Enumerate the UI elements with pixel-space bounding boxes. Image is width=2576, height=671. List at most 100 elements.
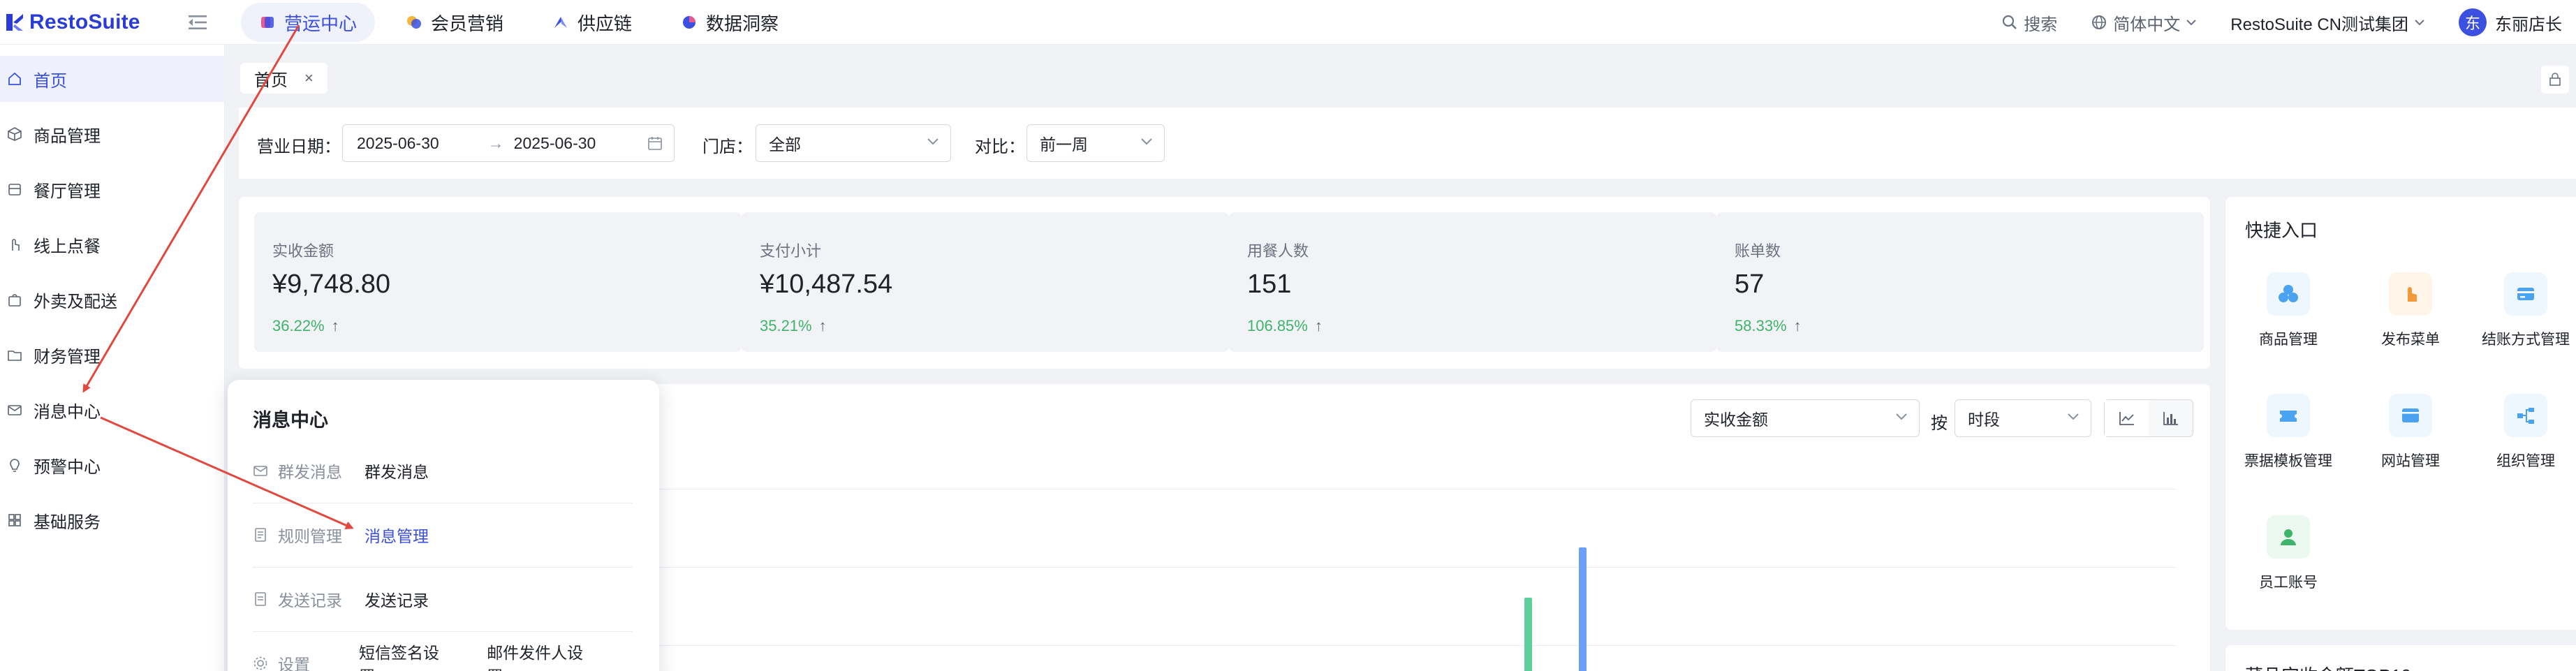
- sidebar-item-online-order[interactable]: 线上点餐: [0, 221, 225, 267]
- arrow-up-icon: ↑: [1314, 317, 1323, 334]
- top-nav: 营运中心 会员营销 供应链 数据洞察: [241, 3, 809, 42]
- popup-row-rules: 规则管理 消息管理: [253, 521, 630, 549]
- quick-entry-payment-method[interactable]: 结账方式管理: [2463, 272, 2576, 349]
- top10-dish-panel: 菜品实收金额TOP10: [2225, 645, 2576, 671]
- grid-line: [434, 567, 2177, 568]
- chart-view-toggle: [2104, 399, 2193, 437]
- tab-strip: 首页 ×: [225, 45, 2576, 108]
- chevron-down-icon: [2415, 20, 2424, 26]
- logo-text: RestoSuite: [29, 10, 140, 34]
- sidebar-item-finance[interactable]: 财务管理: [0, 332, 225, 378]
- popup-divider: [253, 567, 633, 568]
- collapse-menu-button[interactable]: [187, 12, 208, 33]
- sidebar-item-alert[interactable]: 预警中心: [0, 442, 225, 488]
- payment-card-icon: [2517, 288, 2534, 300]
- arrow-up-icon: ↑: [331, 317, 339, 334]
- supply-icon: [554, 17, 568, 28]
- restaurant-icon: [8, 184, 21, 196]
- quick-entry-website[interactable]: 网站管理: [2348, 394, 2473, 471]
- date-range-picker[interactable]: 2025-06-30 → 2025-06-30: [342, 124, 675, 162]
- top-right-tools: 搜索 简体中文 RestoSuite CN测试集团 东 东丽店长: [2001, 0, 2576, 45]
- topnav-ops-center[interactable]: 营运中心: [241, 3, 376, 42]
- popup-title: 消息中心: [253, 410, 328, 431]
- logo-mark-icon: [6, 14, 23, 31]
- quick-entry-employee[interactable]: 员工账号: [2225, 515, 2351, 592]
- sidebar-item-delivery[interactable]: 外卖及配送: [0, 276, 225, 323]
- date-end[interactable]: 2025-06-30: [514, 134, 596, 153]
- popup-link-message-management[interactable]: 消息管理: [365, 523, 429, 547]
- search-button[interactable]: 搜索: [2001, 10, 2057, 35]
- employee-icon: [2281, 529, 2296, 545]
- sidebar-item-home[interactable]: 首页: [0, 56, 225, 102]
- language-select[interactable]: 简体中文: [2091, 10, 2197, 35]
- app-root: RestoSuite 营运中心 会员营销 供应链 数据洞察 搜索 简体中文 Re…: [0, 0, 2576, 671]
- date-label: 营业日期：: [257, 138, 341, 156]
- stat-card-diners[interactable]: 用餐人数 151 106.85% ↑: [1229, 212, 1716, 352]
- mail-icon: [253, 466, 267, 476]
- org-select[interactable]: RestoSuite CN测试集团: [2230, 10, 2425, 35]
- sidebar-item-basic-service[interactable]: 基础服务: [0, 497, 225, 543]
- calendar-icon: [648, 137, 662, 150]
- ticket-template-icon: [2280, 411, 2297, 422]
- date-start[interactable]: 2025-06-30: [357, 134, 439, 153]
- online-order-icon: [12, 239, 20, 251]
- product-cluster-icon: [2279, 285, 2298, 302]
- quick-entry-title: 快捷入口: [2245, 220, 2318, 241]
- message-icon: [8, 405, 22, 415]
- message-center-popup: 消息中心 群发消息 群发消息 规则管理 消息管理 发送记录 发送记录 设置 短信…: [228, 380, 659, 671]
- dimension-select[interactable]: 时段: [1955, 399, 2091, 437]
- store-label: 门店：: [702, 138, 753, 156]
- compare-label: 对比：: [975, 138, 1025, 156]
- topnav-data-insight[interactable]: 数据洞察: [663, 3, 797, 42]
- stat-card-bills[interactable]: 账单数 57 58.33% ↑: [1716, 212, 2204, 352]
- sidebar-item-message[interactable]: 消息中心: [0, 387, 225, 433]
- popup-link-send-records[interactable]: 发送记录: [365, 587, 429, 611]
- user-name[interactable]: 东丽店长: [2495, 10, 2562, 35]
- avatar[interactable]: 东: [2459, 8, 2487, 36]
- basic-service-icon: [8, 514, 21, 526]
- popup-row-broadcast: 群发消息 群发消息: [253, 457, 630, 485]
- chevron-down-icon: [1896, 413, 1907, 420]
- product-icon: [8, 127, 22, 141]
- topnav-supply-chain[interactable]: 供应链: [534, 3, 650, 42]
- top-bar: RestoSuite 营运中心 会员营销 供应链 数据洞察 搜索 简体中文 Re…: [0, 0, 2576, 45]
- arrow-up-icon: ↑: [818, 317, 827, 334]
- quick-entry-organization[interactable]: 组织管理: [2463, 394, 2576, 471]
- quick-entry-ticket-template[interactable]: 票据模板管理: [2225, 394, 2351, 471]
- search-icon: [2003, 15, 2017, 29]
- popup-row-records: 发送记录 发送记录: [253, 585, 630, 613]
- store-select[interactable]: 全部: [756, 124, 951, 162]
- chart-bar-series-a[interactable]: [1579, 547, 1587, 671]
- bar-view-button[interactable]: [2149, 400, 2193, 436]
- globe-icon: [2092, 15, 2107, 29]
- line-view-button[interactable]: [2105, 400, 2149, 436]
- popup-link-mail-sender[interactable]: 邮件发件人设置: [487, 640, 594, 671]
- topnav-member-marketing[interactable]: 会员营销: [388, 3, 522, 42]
- quick-entry-publish-menu[interactable]: 发布菜单: [2348, 272, 2473, 349]
- chevron-down-icon: [2186, 20, 2196, 26]
- sidebar-item-product[interactable]: 商品管理: [0, 111, 225, 157]
- popup-link-sms-signature[interactable]: 短信签名设置: [359, 640, 450, 671]
- line-chart-icon: [2119, 412, 2134, 425]
- sidebar-item-restaurant[interactable]: 餐厅管理: [0, 166, 225, 212]
- tab-home[interactable]: 首页 ×: [240, 63, 327, 94]
- compare-select[interactable]: 前一周: [1026, 124, 1165, 162]
- ops-icon: [261, 17, 274, 28]
- popup-divider: [253, 631, 633, 632]
- by-label: 按: [1931, 414, 1948, 433]
- tab-lock-button[interactable]: [2541, 66, 2569, 94]
- quick-entry-product[interactable]: 商品管理: [2225, 272, 2351, 349]
- stat-card-received[interactable]: 实收金额 ¥9,748.80 36.22% ↑: [254, 212, 742, 352]
- popup-link-broadcast[interactable]: 群发消息: [365, 459, 429, 482]
- popup-row-settings: 设置 短信签名设置 邮件发件人设置: [253, 644, 630, 671]
- metric-select[interactable]: 实收金额: [1691, 399, 1920, 437]
- logo[interactable]: RestoSuite: [4, 8, 140, 36]
- filter-bar: 营业日期： 2025-06-30 → 2025-06-30 门店： 全部 对比：…: [239, 108, 2576, 179]
- quick-entry-panel: 快捷入口 商品管理 发布菜单 结账方式管理 票据模板管理 网站管理 组织管理 员…: [2225, 197, 2576, 630]
- stat-card-payment[interactable]: 支付小计 ¥10,487.54 35.21% ↑: [742, 212, 1229, 352]
- alert-icon: [10, 459, 20, 472]
- chart-bar-series-b[interactable]: [1524, 598, 1532, 671]
- record-icon: [255, 592, 266, 606]
- close-icon[interactable]: ×: [304, 69, 314, 87]
- website-icon: [2402, 408, 2419, 422]
